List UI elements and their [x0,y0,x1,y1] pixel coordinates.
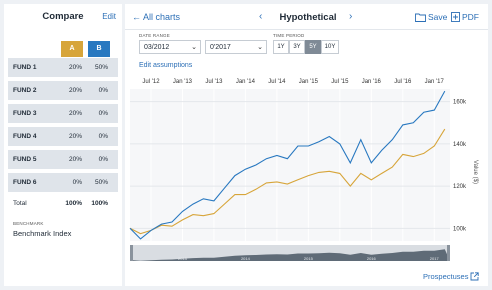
total-allocation-b: 100% [91,200,108,207]
y-tick-label: 100k [453,226,467,232]
arrow-left-icon: ← [132,12,141,22]
fund-row: FUND 5 20% 0% [8,150,118,169]
all-charts-label: All charts [143,12,181,22]
start-date-select[interactable]: 03/2012 ⌄ [139,40,201,54]
date-range-label: DATE RANGE [139,33,170,38]
fund-row: FUND 3 20% 0% [8,104,118,123]
fund-row: FUND 2 20% 0% [8,81,118,100]
period-5y-button[interactable]: 5Y [305,40,321,54]
fund-name: FUND 2 [13,87,37,94]
fund-name: FUND 5 [13,156,37,163]
benchmark-value: Benchmark Index [13,229,72,238]
plot-area [130,89,450,241]
fund-allocation-b: 0% [98,110,108,117]
edit-compare-button[interactable]: Edit [102,12,116,21]
end-date-value: 0'2017 [210,44,231,51]
edit-assumptions-link[interactable]: Edit assumptions [139,62,192,69]
folder-icon [415,13,426,22]
y-tick-label: 140k [453,142,467,148]
x-tick-label: Jan '16 [362,79,382,85]
navigator-handle-left[interactable] [130,245,133,261]
range-navigator[interactable]: 2013 2014 2015 2016 2017 [130,245,450,261]
column-a-badge: A [61,41,83,57]
all-charts-link[interactable]: ← All charts [132,12,180,22]
fund-allocation-b: 50% [94,64,108,71]
fund-allocation-b: 0% [98,133,108,140]
x-tick-label: Jul '16 [394,79,412,85]
chart-panel: ← All charts ‹ Hypothetical › Save PDF D… [125,4,488,286]
time-period-label: TIME PERIOD [273,33,305,38]
period-1y-button[interactable]: 1Y [273,40,289,54]
navigator-year-label: 2017 [430,256,440,261]
x-tick-label: Jan '13 [173,79,193,85]
x-tick-label: Jan '17 [425,79,445,85]
fund-allocation-b: 0% [98,87,108,94]
pdf-button[interactable]: PDF [451,12,479,22]
y-tick-label: 120k [453,184,467,190]
pdf-label: PDF [462,12,479,22]
y-tick-label: 160k [453,100,467,106]
period-10y-button[interactable]: 10Y [321,40,339,54]
fund-name: FUND 3 [13,110,37,117]
chevron-down-icon: ⌄ [191,44,197,51]
fund-name: FUND 1 [13,64,37,71]
navigator-year-label: 2015 [304,256,314,261]
x-tick-label: Jul '12 [142,79,160,85]
start-date-value: 03/2012 [144,44,170,51]
column-b-badge: B [88,41,110,57]
x-tick-label: Jul '13 [205,79,223,85]
page-title: Hypothetical [279,12,337,23]
header-divider [125,29,488,30]
benchmark-label: BENCHMARK [13,221,44,226]
save-button[interactable]: Save [415,12,447,22]
chevron-left-icon[interactable]: ‹ [259,11,262,22]
fund-allocation-b: 0% [98,156,108,163]
fund-row: FUND 4 20% 0% [8,127,118,146]
navigator-year-label: 2013 [178,256,188,261]
navigator-year-label: 2014 [241,256,251,261]
compare-header: Compare Edit [4,4,122,28]
fund-name: FUND 4 [13,133,37,140]
fund-row: FUND 6 0% 50% [8,173,118,192]
period-3y-button[interactable]: 3Y [289,40,305,54]
y-axis-label: Value ($) [472,160,478,184]
external-link-icon [471,272,480,281]
x-tick-label: Jul '14 [268,79,286,85]
total-row: Total 100% 100% [8,200,118,212]
x-tick-label: Jan '14 [236,79,256,85]
navigator-year-label: 2016 [367,256,377,261]
fund-name: FUND 6 [13,179,37,186]
compare-panel: Compare Edit A B FUND 1 20% 50% FUND 2 2… [4,4,122,286]
navigator-handle-right[interactable] [447,245,450,261]
end-date-select[interactable]: 0'2017 ⌄ [205,40,267,54]
add-document-icon [451,12,460,22]
save-label: Save [428,12,448,22]
x-tick-label: Jan '15 [299,79,319,85]
chevron-right-icon[interactable]: › [349,11,352,22]
fund-allocation-b: 50% [94,179,108,186]
fund-row: FUND 1 20% 50% [8,58,118,77]
x-tick-label: Jul '15 [331,79,349,85]
hypothetical-growth-chart: Jul '12 Jan '13 Jul '13 Jan '14 Jul '14 Jan '… [129,79,478,261]
total-label: Total [13,200,27,207]
chevron-down-icon: ⌄ [257,44,263,51]
prospectuses-label: Prospectuses [423,272,469,281]
prospectuses-link[interactable]: Prospectuses [423,272,480,281]
